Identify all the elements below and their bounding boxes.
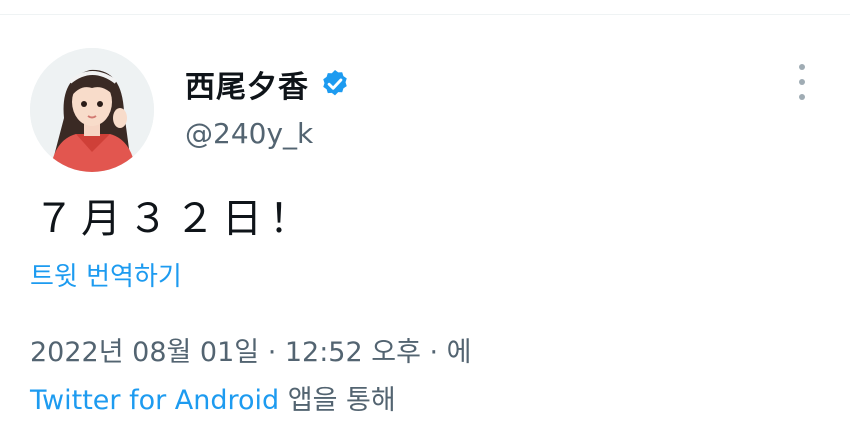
author-name[interactable]: 西尾夕香: [185, 62, 309, 106]
source-app-link[interactable]: Twitter for Android: [30, 385, 279, 416]
avatar-image: [30, 48, 154, 172]
more-dot: [799, 64, 805, 70]
more-dot: [799, 94, 805, 100]
tweet-source: Twitter for Android 앱을 통해: [30, 378, 396, 417]
tweet-timestamp[interactable]: 2022년 08월 01일 · 12:52 오후 · 에: [30, 330, 472, 369]
author-handle[interactable]: @240y_k: [185, 117, 313, 150]
translate-tweet-link[interactable]: 트윗 번역하기: [30, 256, 182, 293]
avatar[interactable]: [30, 48, 154, 172]
tweet-text: ７月３２日！: [34, 196, 316, 242]
more-dot: [799, 79, 805, 85]
top-divider: [0, 14, 850, 15]
source-suffix: 앱을 통해: [279, 385, 396, 416]
author-name-row[interactable]: 西尾夕香: [185, 62, 351, 106]
more-vertical-icon[interactable]: [790, 64, 814, 100]
verified-badge-icon: [323, 70, 347, 96]
